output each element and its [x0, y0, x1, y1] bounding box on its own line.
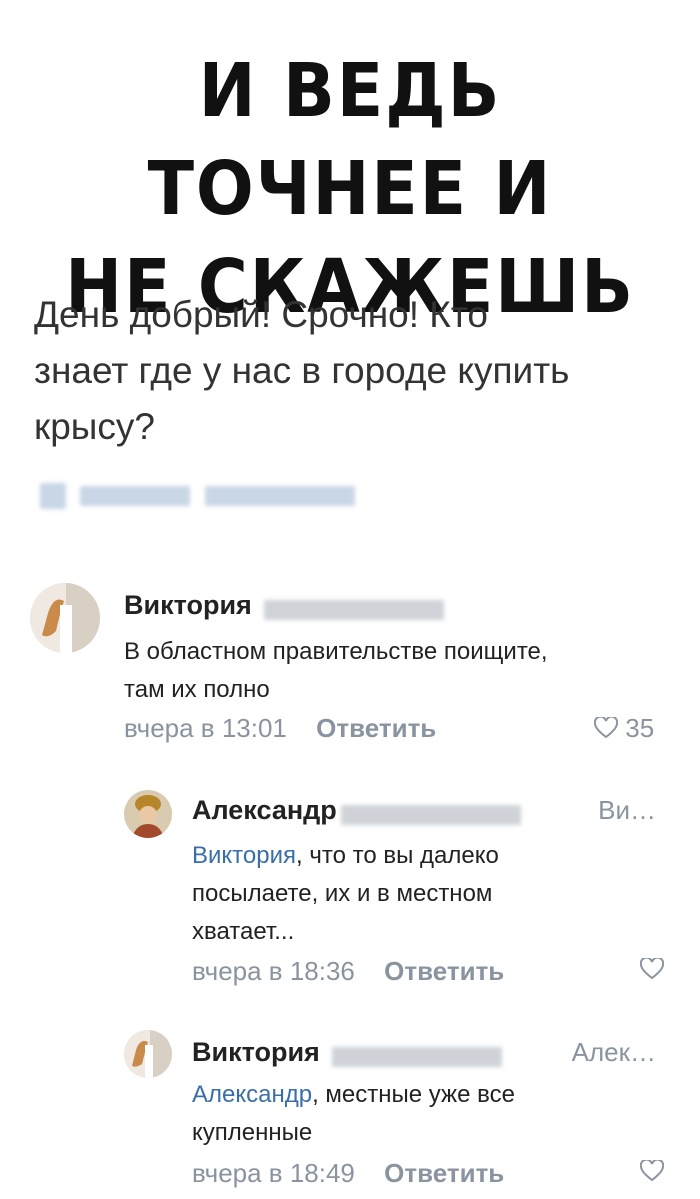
comment-text-line-1: В областном правительстве поищите, — [124, 638, 548, 665]
like-count: 35 — [625, 713, 655, 743]
comment-meta: вчера в 18:36 Ответить — [192, 956, 504, 987]
post-text-line-3: крысу? — [34, 406, 155, 447]
comment-text: Виктория, что то вы далеко посылаете, их… — [192, 837, 499, 951]
like-control[interactable]: 35 — [593, 713, 655, 746]
post-author-blurred[interactable] — [40, 483, 355, 511]
reply-to[interactable]: Алек… — [572, 1037, 656, 1068]
author-surname-blurred — [332, 1046, 503, 1067]
comment-text-line-2: там их полно — [124, 676, 270, 703]
heart-icon[interactable] — [639, 956, 665, 985]
headline-line-1: И ВЕДЬ ТОЧНЕЕ И — [147, 48, 553, 232]
comment-1-header: Виктория — [124, 590, 445, 621]
heart-icon[interactable] — [593, 715, 619, 746]
reply-button[interactable]: Ответить — [384, 956, 504, 986]
comment-text-line-3: хватает... — [192, 918, 295, 945]
avatar[interactable] — [124, 1030, 172, 1078]
post-text-line-1: День добрый! Срочно! Кто — [34, 294, 488, 335]
comment-meta: вчера в 18:49 Ответить — [192, 1158, 504, 1189]
comment-author[interactable]: Александр — [192, 795, 337, 825]
mention-link[interactable]: Виктория — [192, 842, 296, 869]
comment-3-header: Виктория Алек… — [192, 1037, 662, 1068]
comment-text-rest: , что то вы далеко — [296, 842, 499, 869]
comment-text-rest: , местные уже все — [312, 1081, 515, 1108]
comment-text: Александр, местные уже все купленные — [192, 1076, 515, 1152]
comment-time: вчера в 18:49 — [192, 1158, 355, 1188]
reply-to[interactable]: Ви… — [598, 795, 656, 826]
comment-author[interactable]: Виктория — [124, 590, 252, 620]
mention-link[interactable]: Александр — [192, 1081, 312, 1108]
post-text: День добрый! Срочно! Кто знает где у нас… — [34, 287, 674, 455]
comment-text-line-1: Виктория, что то вы далеко — [192, 837, 499, 875]
reply-button[interactable]: Ответить — [316, 713, 436, 743]
post-text-line-2: знает где у нас в городе купить — [34, 350, 570, 391]
reply-button[interactable]: Ответить — [384, 1158, 504, 1188]
comment-author[interactable]: Виктория — [192, 1037, 320, 1067]
avatar[interactable] — [124, 790, 172, 838]
author-surname-blurred — [264, 599, 445, 620]
comment-time: вчера в 18:36 — [192, 956, 355, 986]
comment-text-line-1: Александр, местные уже все — [192, 1076, 515, 1114]
heart-icon[interactable] — [639, 1158, 665, 1187]
comment-text-line-2: купленные — [192, 1119, 313, 1146]
author-surname-blurred — [341, 804, 522, 825]
comment-text-line-2: посылаете, их и в местном — [192, 880, 493, 907]
comment-text: В областном правительстве поищите, там и… — [124, 633, 548, 709]
comment-2-header: Александр Ви… — [192, 795, 662, 826]
avatar[interactable] — [30, 583, 100, 653]
comment-time: вчера в 13:01 — [124, 713, 287, 743]
comment-meta: вчера в 13:01 Ответить — [124, 713, 436, 744]
